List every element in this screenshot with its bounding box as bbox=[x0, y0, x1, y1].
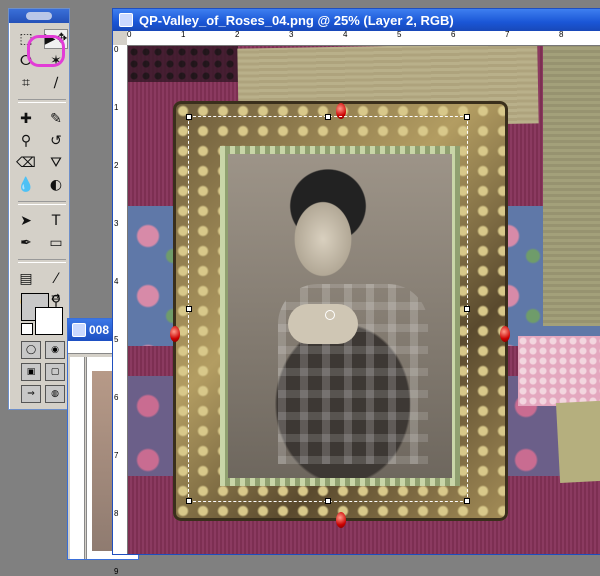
standard-screen-icon[interactable]: ▣ bbox=[21, 363, 41, 381]
transform-handle[interactable] bbox=[186, 498, 192, 504]
photoshop-doc-icon bbox=[72, 323, 86, 337]
ruler-tick-label: 1 bbox=[114, 103, 119, 112]
move-tool-highlight-circle bbox=[27, 35, 65, 67]
ruler-tick-label: 8 bbox=[114, 509, 119, 518]
second-window-vruler bbox=[70, 357, 85, 559]
transform-handle[interactable] bbox=[186, 306, 192, 312]
standard-mode-icon[interactable]: ◯ bbox=[21, 341, 41, 359]
mask-mode-row: ◯ ◉ bbox=[21, 341, 65, 359]
transform-pivot-icon[interactable] bbox=[325, 310, 335, 320]
ruler-tick-label: 7 bbox=[505, 30, 510, 39]
ruler-tick-label: 6 bbox=[451, 30, 456, 39]
background-color-swatch[interactable] bbox=[35, 307, 63, 335]
ruler-tick-label: 3 bbox=[289, 30, 294, 39]
imageready-icon[interactable]: ◍ bbox=[45, 385, 65, 403]
transform-handle[interactable] bbox=[325, 498, 331, 504]
red-jewel bbox=[500, 326, 510, 342]
blur-tool-icon[interactable]: 💧 bbox=[14, 175, 38, 195]
tool-separator bbox=[18, 259, 66, 263]
black-lace-ribbon bbox=[128, 46, 238, 82]
notes-tool-icon[interactable]: ▤ bbox=[14, 269, 38, 289]
ruler-tick-label: 7 bbox=[114, 451, 119, 460]
ruler-tick-label: 8 bbox=[559, 30, 564, 39]
dodge-tool-icon[interactable]: ◐ bbox=[44, 175, 68, 195]
ruler-tick-label: 6 bbox=[114, 393, 119, 402]
slice-tool-icon[interactable]: ∕ bbox=[44, 73, 68, 93]
paint-bucket-tool-icon[interactable]: ⛛ bbox=[44, 153, 68, 173]
jump-to-imageready-icon[interactable]: ⇒ bbox=[21, 385, 41, 403]
document-title: QP-Valley_of_Roses_04.png @ 25% (Layer 2… bbox=[139, 12, 454, 28]
toolbox-grip-icon[interactable] bbox=[26, 12, 52, 20]
transform-handle[interactable] bbox=[325, 114, 331, 120]
default-colors-icon[interactable] bbox=[21, 323, 33, 335]
full-screen-menu-icon[interactable]: ▢ bbox=[45, 363, 65, 381]
healing-brush-tool-icon[interactable]: ✚ bbox=[14, 109, 38, 129]
transform-bounding-box[interactable] bbox=[186, 114, 470, 504]
transform-handle[interactable] bbox=[464, 114, 470, 120]
imageready-row: ⇒ ◍ bbox=[21, 385, 65, 403]
ruler-tick-label: 0 bbox=[127, 30, 132, 39]
journal-tag bbox=[555, 398, 600, 484]
vertical-ruler[interactable]: 0 1 2 3 4 5 6 7 8 9 bbox=[113, 45, 128, 576]
transform-handle[interactable] bbox=[464, 498, 470, 504]
eraser-tool-icon[interactable]: ⌫ bbox=[14, 153, 38, 173]
toolbox-panel: ⬚▶✥ⵔ✶⌗∕✚✎⚲↺⌫⛛💧◐➤T✒▭▤⁄✋⚲ ⇄ ◯ ◉ ▣ ▢ ■ ⇒ ◍ bbox=[8, 8, 89, 410]
crop-tool-icon[interactable]: ⌗ bbox=[14, 73, 38, 93]
ruler-tick-label: 9 bbox=[114, 567, 119, 576]
ruler-tick-label: 1 bbox=[181, 30, 186, 39]
red-jewel bbox=[170, 326, 180, 342]
ruler-tick-label: 4 bbox=[114, 277, 119, 286]
tool-separator bbox=[18, 201, 66, 205]
document-window[interactable]: QP-Valley_of_Roses_04.png @ 25% (Layer 2… bbox=[112, 8, 600, 576]
toolbox-titlebar[interactable] bbox=[9, 9, 69, 23]
eyedropper-tool-icon[interactable]: ⁄ bbox=[44, 269, 68, 289]
transform-handle[interactable] bbox=[464, 306, 470, 312]
red-jewel bbox=[336, 512, 346, 528]
brush-tool-icon[interactable]: ✎ bbox=[44, 109, 68, 129]
history-brush-tool-icon[interactable]: ↺ bbox=[44, 131, 68, 151]
shape-tool-icon[interactable]: ▭ bbox=[44, 233, 68, 253]
ruler-tick-label: 2 bbox=[114, 161, 119, 170]
tool-separator bbox=[18, 99, 66, 103]
ruler-tick-label: 0 bbox=[114, 45, 119, 54]
document-canvas[interactable] bbox=[128, 46, 600, 554]
pink-lace-trim bbox=[518, 336, 600, 406]
second-window-title: 008 bbox=[89, 323, 110, 337]
ruler-tick-label: 5 bbox=[114, 335, 119, 344]
type-tool-icon[interactable]: T bbox=[44, 211, 68, 231]
ruler-tick-label: 2 bbox=[235, 30, 240, 39]
clone-stamp-tool-icon[interactable]: ⚲ bbox=[14, 131, 38, 151]
swap-colors-icon[interactable]: ⇄ bbox=[51, 291, 60, 304]
quick-mask-icon[interactable]: ◉ bbox=[45, 341, 65, 359]
horizontal-ruler[interactable]: 0 1 2 3 4 5 6 7 8 bbox=[127, 30, 600, 46]
ruler-tick-label: 4 bbox=[343, 30, 348, 39]
right-paper-strip bbox=[543, 46, 600, 326]
pen-tool-icon[interactable]: ✒ bbox=[14, 233, 38, 253]
photoshop-doc-icon bbox=[119, 13, 133, 27]
ruler-tick-label: 5 bbox=[397, 30, 402, 39]
ruler-tick-label: 3 bbox=[114, 219, 119, 228]
document-titlebar[interactable]: QP-Valley_of_Roses_04.png @ 25% (Layer 2… bbox=[113, 9, 600, 31]
path-selection-tool-icon[interactable]: ➤ bbox=[14, 211, 38, 231]
transform-handle[interactable] bbox=[186, 114, 192, 120]
color-swatches: ⇄ bbox=[21, 291, 65, 337]
